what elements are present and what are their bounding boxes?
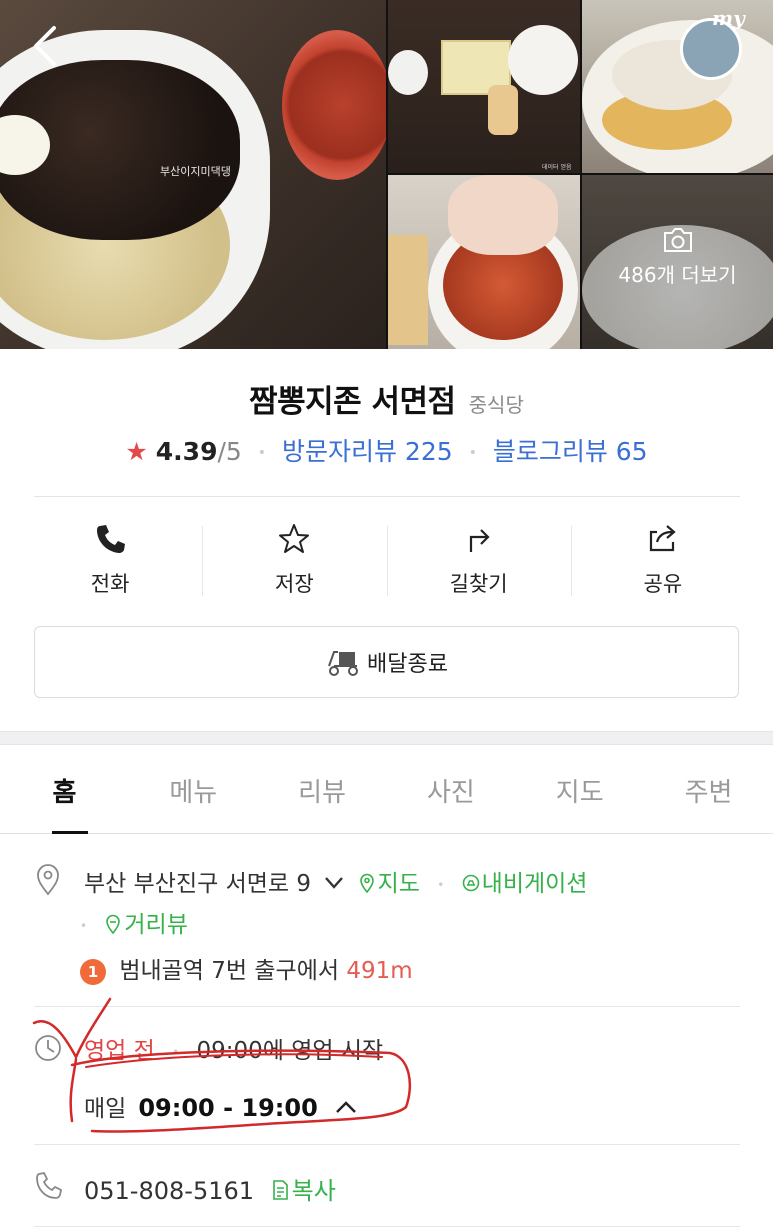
street-view-pin-icon (106, 914, 121, 934)
business-status-row: 영업 전 • 09:00에 영업 시작 (84, 1031, 383, 1065)
phone-outline-icon (36, 1171, 62, 1199)
navigation-link-label: 내비게이션 (481, 871, 588, 897)
hand-shape (448, 175, 558, 255)
separator-dot: • (257, 445, 267, 461)
phone-number[interactable]: 051-808-5161 (84, 1177, 254, 1205)
rating-max: /5 (217, 437, 242, 466)
station-distance: 491m (346, 958, 413, 984)
separator-dot: • (468, 445, 477, 461)
divider (34, 1144, 740, 1145)
divider (34, 496, 740, 497)
save-button[interactable]: 저장 (202, 518, 386, 600)
directions-label: 길찾기 (449, 572, 508, 596)
bowl-shape (508, 25, 578, 95)
chevron-up-icon[interactable] (335, 1100, 357, 1114)
hours-time: 09:00 - 19:00 (138, 1094, 318, 1122)
map-link-label: 지도 (377, 871, 420, 897)
tab-bar: 홈 메뉴 리뷰 사진 지도 주변 (0, 746, 773, 834)
directions-button[interactable]: 길찾기 (386, 518, 571, 600)
title-row: 짬뽕지존 서면점 중식당 (0, 376, 773, 421)
place-category: 중식당 (468, 393, 524, 417)
address-row: 부산 부산진구 서면로 9 지도 • 내비게이션 (84, 864, 587, 898)
side-dish-shape (388, 235, 428, 345)
copy-icon (272, 1180, 288, 1200)
station-text: 범내골역 7번 출구에서 (119, 958, 340, 984)
visitor-review-link[interactable]: 방문자리뷰 225 (282, 437, 453, 466)
star-outline-icon (279, 524, 310, 553)
side-dish-shape (388, 50, 428, 95)
delivery-button[interactable]: 배달종료 (34, 626, 739, 698)
delivery-scooter-icon (328, 651, 359, 676)
phone-icon (97, 525, 126, 553)
share-label: 공유 (643, 572, 683, 596)
blog-review-link[interactable]: 블로그리뷰 65 (493, 437, 648, 466)
address-text: 부산 부산진구 서면로 9 (84, 871, 312, 897)
back-arrow-icon[interactable] (28, 24, 64, 68)
car-icon (462, 874, 479, 892)
photo-4[interactable] (388, 175, 580, 349)
business-status: 영업 전 (84, 1038, 155, 1064)
photo-note: 데이터 얻음 (542, 164, 572, 171)
map-pin-icon (359, 873, 374, 893)
street-view-label: 거리뷰 (124, 912, 188, 938)
share-button[interactable]: 공유 (570, 518, 755, 600)
place-name: 짬뽕지존 서면점 (249, 384, 456, 420)
navigation-link[interactable]: 내비게이션 (462, 871, 588, 897)
divider (34, 1006, 740, 1007)
tab-review[interactable]: 리뷰 (258, 746, 387, 833)
tab-photo[interactable]: 사진 (386, 746, 515, 833)
bottle-shape (488, 85, 518, 135)
chevron-down-icon[interactable] (324, 876, 344, 890)
street-view-link[interactable]: 거리뷰 (104, 912, 188, 938)
camera-icon (663, 228, 692, 252)
street-view-row: • 거리뷰 (80, 905, 188, 939)
tab-home[interactable]: 홈 (0, 746, 129, 834)
rating-score: 4.39 (155, 437, 218, 466)
tab-menu[interactable]: 메뉴 (129, 746, 258, 833)
rating-row: ★ 4.39/5 • 방문자리뷰 225 • 블로그리뷰 65 (0, 432, 773, 468)
delivery-label: 배달종료 (367, 652, 448, 677)
business-status-detail: 09:00에 영업 시작 (196, 1038, 384, 1064)
subway-line-badge: 1 (80, 959, 106, 985)
photo-2[interactable]: 데이터 얻음 (388, 0, 580, 173)
location-pin-icon (37, 864, 59, 896)
map-link[interactable]: 지도 (358, 871, 428, 897)
tab-nearby[interactable]: 주변 (644, 746, 773, 833)
copy-button[interactable]: 복사 (270, 1177, 336, 1205)
more-photos-label: 486개 더보기 (618, 263, 737, 287)
photo-watermark: 부산이지미댁댕 (160, 165, 231, 178)
photo-more[interactable]: 486개 더보기 (582, 175, 773, 349)
section-divider-band (0, 731, 773, 745)
separator-dot: • (437, 877, 445, 892)
photo-gallery[interactable]: 부산이지미댁댕 데이터 얻음 my 486개 더보기 (0, 0, 773, 349)
copy-label: 복사 (291, 1177, 336, 1205)
soup-bowl-shape (282, 30, 386, 180)
divider (34, 1226, 740, 1227)
call-label: 전화 (90, 572, 130, 596)
clock-icon (35, 1035, 61, 1061)
business-hours-row[interactable]: 매일 09:00 - 19:00 (84, 1089, 357, 1123)
photo-3[interactable]: my (582, 0, 773, 173)
save-label: 저장 (275, 572, 314, 596)
my-badge[interactable]: my (712, 6, 745, 30)
star-icon: ★ (125, 437, 148, 466)
more-photos-button[interactable]: 486개 더보기 (582, 227, 773, 288)
hours-day: 매일 (84, 1096, 127, 1122)
action-bar: 전화 저장 길찾기 공유 (18, 518, 755, 600)
directions-arrow-icon (469, 529, 490, 552)
phone-row: 051-808-5161 복사 (84, 1171, 336, 1206)
station-row: 1 범내골역 7번 출구에서 491m (80, 951, 413, 985)
call-button[interactable]: 전화 (18, 518, 202, 600)
tab-map[interactable]: 지도 (515, 746, 644, 833)
share-icon (649, 525, 676, 552)
separator-dot: • (172, 1044, 180, 1059)
separator-dot: • (80, 918, 88, 933)
